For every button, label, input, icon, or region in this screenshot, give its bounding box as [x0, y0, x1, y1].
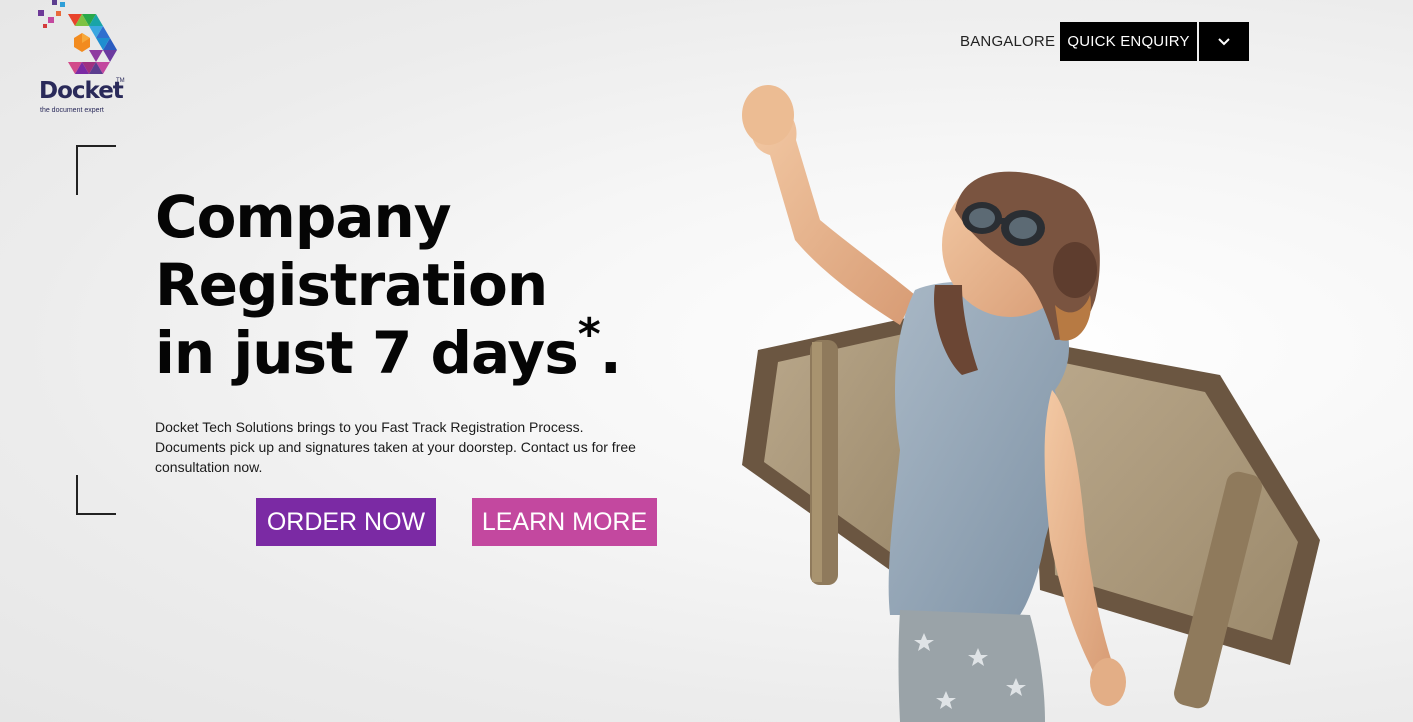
order-now-button[interactable]: ORDER NOW	[256, 498, 436, 546]
corner-bracket-bottom	[76, 475, 116, 515]
headline-line-2: Registration	[155, 251, 548, 319]
headline-asterisk: *	[577, 309, 601, 360]
logo-trademark: TM	[116, 78, 125, 84]
corner-bracket-top	[76, 145, 116, 195]
headline-line-3: in just 7 days*.	[155, 313, 622, 388]
hero-description: Docket Tech Solutions brings to you Fast…	[155, 419, 636, 475]
logo-tagline: the document expert	[40, 107, 104, 114]
hero-headline: Company Registration in just 7 days*.	[155, 183, 622, 388]
city-selector[interactable]: BANGALORE	[960, 33, 1055, 50]
logo-wordmark: Docket	[39, 78, 124, 104]
enquiry-dropdown-toggle[interactable]	[1199, 22, 1249, 61]
docket-logo[interactable]: Docket TM the document expert	[30, 0, 140, 120]
learn-more-button[interactable]: LEARN MORE	[472, 498, 657, 546]
docket-logo-mark	[38, 0, 117, 74]
hero-image	[742, 85, 1320, 722]
quick-enquiry-button[interactable]: QUICK ENQUIRY	[1060, 22, 1197, 61]
headline-line-3-text: in just 7 days	[155, 319, 579, 387]
headline-line-1: Company	[155, 183, 452, 251]
headline-period: .	[599, 319, 622, 387]
chevron-down-icon	[1218, 38, 1230, 46]
